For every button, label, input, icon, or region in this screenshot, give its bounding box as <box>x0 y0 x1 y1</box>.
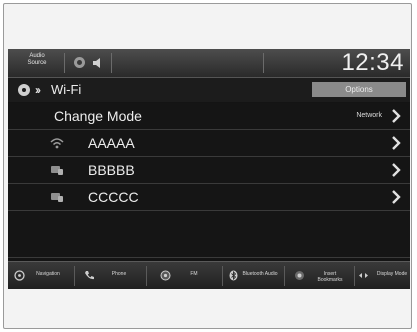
radio-icon <box>160 270 171 281</box>
bottom-nav-bar: Navigation Phone FM Bluetooth Audio Inse… <box>8 261 410 289</box>
nav-bluetooth-audio-button[interactable]: Bluetooth Audio <box>224 262 282 289</box>
status-bar: Audio Source 12:34 <box>8 49 410 78</box>
nav-divider <box>74 266 75 286</box>
options-button[interactable]: Options <box>312 82 406 97</box>
title-row: ›› Wi-Fi Options <box>8 78 410 102</box>
status-divider <box>111 53 112 73</box>
device-icon <box>51 193 63 202</box>
nav-label: Navigation <box>36 271 60 277</box>
network-name: CCCCC <box>88 189 139 205</box>
page-title: Wi-Fi <box>51 82 82 97</box>
chevron-right-icon <box>392 190 401 204</box>
network-name: AAAAA <box>88 135 135 151</box>
nav-divider <box>222 266 223 286</box>
clock: 12:34 <box>341 49 404 76</box>
breadcrumb-arrows-icon: ›› <box>35 83 41 97</box>
network-row[interactable]: AAAAA <box>8 130 410 157</box>
change-mode-label: Change Mode <box>54 108 142 124</box>
nav-phone-button[interactable]: Phone <box>76 262 144 289</box>
nav-insert-bookmarks-button[interactable]: Insert Bookmarks <box>286 262 352 289</box>
nav-divider <box>284 266 285 286</box>
device-icon <box>51 166 63 175</box>
status-divider <box>64 53 65 73</box>
nav-display-mode-button[interactable]: Display Mode <box>356 262 410 289</box>
status-divider <box>263 53 264 73</box>
phone-icon <box>85 271 94 280</box>
settings-gear-icon <box>18 84 30 96</box>
wifi-settings-list: Change Mode Network AAAAA BBBBB CCCCC <box>8 103 410 258</box>
display-mode-icon <box>359 273 368 278</box>
nav-label: FM <box>190 271 198 277</box>
nav-divider <box>354 266 355 286</box>
nav-label: Display Mode <box>376 271 408 277</box>
change-mode-value: Network <box>356 112 382 119</box>
audio-source-button[interactable]: Audio Source <box>20 53 54 67</box>
nav-label: Phone <box>111 271 127 277</box>
bluetooth-icon <box>229 270 238 281</box>
nav-label: Insert Bookmarks <box>317 271 343 283</box>
network-row[interactable]: CCCCC <box>8 184 410 211</box>
nav-navigation-button[interactable]: Navigation <box>8 262 72 289</box>
nav-divider <box>146 266 147 286</box>
network-row[interactable]: BBBBB <box>8 157 410 184</box>
speaker-icon <box>93 58 100 68</box>
nav-fm-button[interactable]: FM <box>148 262 220 289</box>
empty-list-row <box>8 211 410 258</box>
chevron-right-icon <box>392 136 401 150</box>
head-unit-screen: Audio Source 12:34 ›› Wi-Fi Options Chan… <box>8 49 410 289</box>
chevron-right-icon <box>392 163 401 177</box>
navigation-icon <box>14 270 25 281</box>
nav-label: Bluetooth Audio <box>242 271 278 277</box>
change-mode-row[interactable]: Change Mode Network <box>8 103 410 130</box>
bookmark-icon <box>295 271 304 280</box>
camera-icon <box>74 57 85 68</box>
chevron-right-icon <box>392 109 401 123</box>
wifi-icon <box>50 138 64 149</box>
network-name: BBBBB <box>88 162 135 178</box>
